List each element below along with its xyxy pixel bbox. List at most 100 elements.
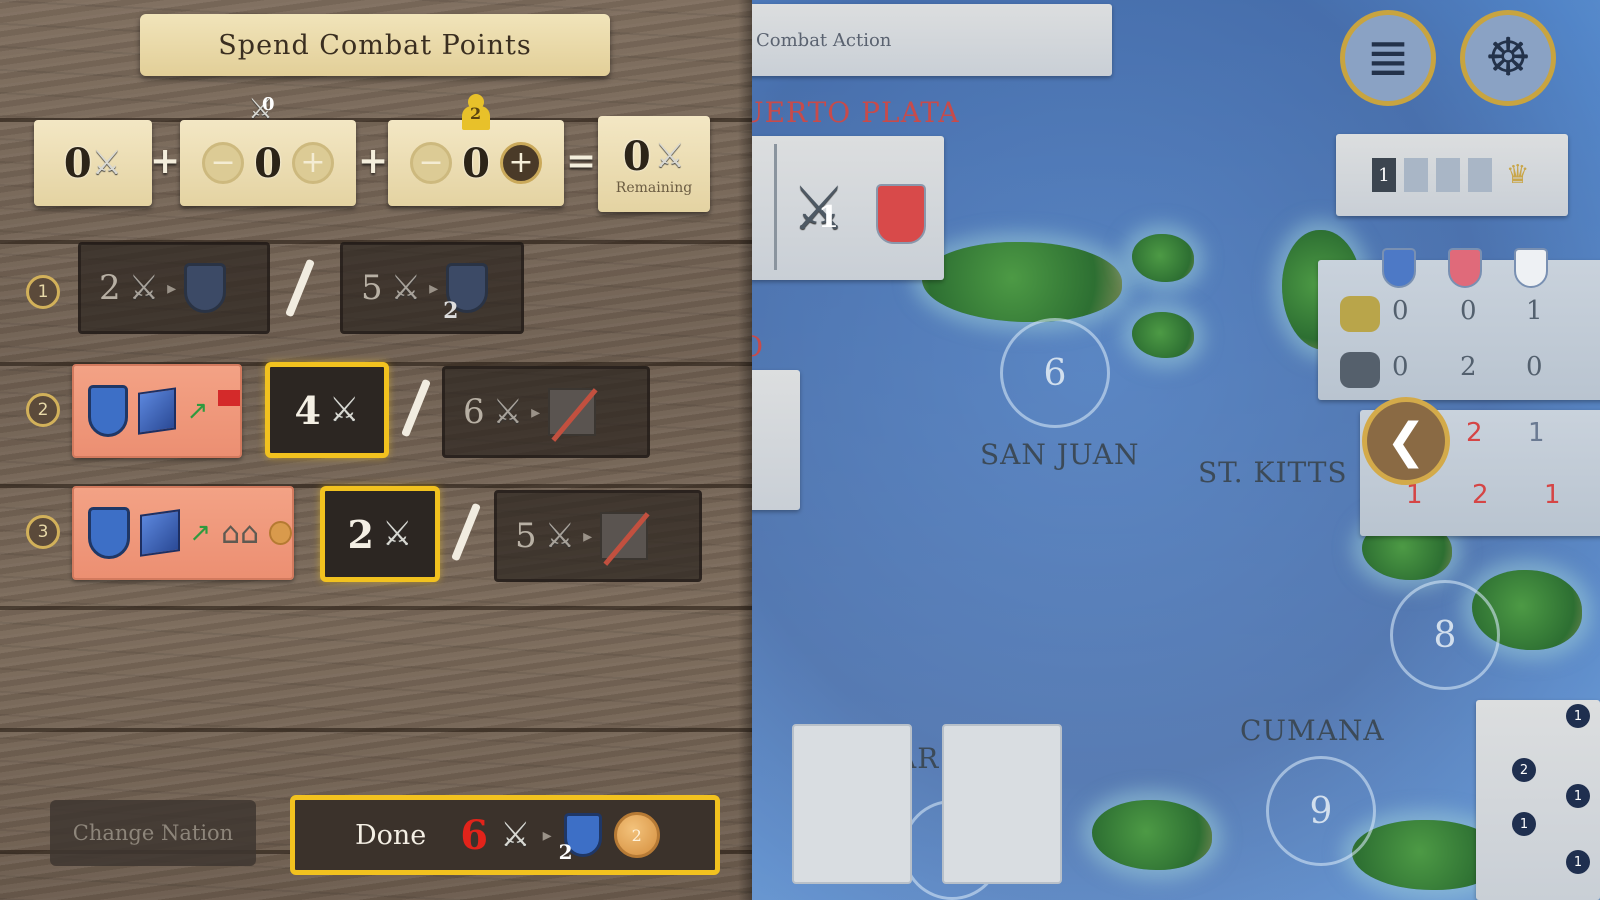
slash-divider (451, 502, 481, 562)
option-3-alt[interactable]: 5 ⚔ ▸ (494, 490, 702, 582)
table-cell: 0 (1392, 296, 1409, 326)
done-button[interactable]: Done 6 ⚔ ▸ 2 2 (290, 795, 720, 875)
cube-icon (139, 509, 180, 557)
combat-card-value: 1 (818, 200, 839, 235)
plus-operator: + (150, 140, 181, 182)
crossed-out-cube-icon (548, 388, 597, 436)
slash-divider (285, 258, 315, 318)
caribbean-map[interactable]: 6 8 9 1 UERTO PLATA O SAN JUAN ST. KITTS… (752, 0, 1600, 900)
crossed-swords-icon: ⚔ (128, 268, 160, 308)
option-1-left[interactable]: 2 ⚔ ▸ (78, 242, 270, 334)
shield-icon (184, 263, 227, 313)
label-st-kitts: ST. KITTS (1198, 456, 1348, 489)
table-cell: 0 (1392, 352, 1409, 382)
done-sub: 2 (558, 840, 573, 864)
island-small[interactable] (1092, 800, 1212, 870)
move-arrow-icon: ↗ (189, 518, 212, 548)
table-cell: 1 (1526, 296, 1543, 326)
sea-zone-9[interactable]: 9 (1266, 756, 1376, 866)
sea-zone-8[interactable]: 8 (1390, 580, 1500, 690)
option-1-left-cost: 2 (99, 268, 121, 308)
crossed-swords-icon: ⚔ (500, 815, 531, 855)
arrow-right-icon: ▸ (542, 824, 552, 846)
nation-shield-icon (876, 184, 926, 244)
crossed-swords-icon: ⚔ (390, 268, 422, 308)
arrow-right-icon: ▸ (531, 401, 541, 423)
side-scroll (752, 370, 800, 510)
change-nation-button[interactable]: Change Nation (50, 800, 256, 866)
arrow-right-icon: ▸ (167, 277, 177, 299)
option-1-right[interactable]: 5 ⚔ ▸ 2 (340, 242, 524, 334)
option-2-cost-button[interactable]: 4 ⚔ (265, 362, 389, 458)
scroll-button[interactable]: ≣ (1340, 10, 1436, 106)
coin-icon (269, 521, 292, 545)
remaining-caption: Remaining (615, 179, 693, 196)
blue-shield-icon (1382, 248, 1416, 288)
island-small[interactable] (1132, 312, 1194, 358)
character-card[interactable] (942, 724, 1062, 884)
helm-button[interactable]: ☸ (1460, 10, 1556, 106)
swords-adjust-value: 0 (254, 139, 282, 187)
option-2-alt[interactable]: 6 ⚔ ▸ (442, 366, 650, 458)
minus-button[interactable]: − (410, 142, 453, 184)
progress-current: 1 (1372, 158, 1396, 192)
combat-action-label: Combat Action (756, 29, 892, 51)
village-icon: ⌂⌂ (221, 515, 260, 551)
resource-table: 0 0 1 0 2 0 (1318, 248, 1600, 400)
panel-title-banner: Spend Combat Points (140, 14, 610, 76)
island-small[interactable] (1132, 234, 1194, 282)
arrow-right-icon: ▸ (429, 277, 439, 299)
side-column: 1 2 1 1 1 (1476, 700, 1600, 900)
base-points-box: 0 ⚔ (34, 120, 152, 206)
crossed-swords-icon: ⚔ (91, 143, 123, 183)
option-3-cost: 2 (347, 511, 374, 557)
swords-cap-marker: ⚔ 0 (248, 92, 275, 125)
label-o: O (752, 330, 764, 363)
collapse-back-button[interactable]: ❮ (1362, 397, 1450, 485)
token-value: 2 (1472, 480, 1489, 510)
island-hispaniola[interactable] (922, 242, 1122, 322)
plus-operator: + (358, 140, 389, 182)
plus-button[interactable]: + (291, 142, 334, 184)
building-card[interactable] (792, 724, 912, 884)
swords-adjust-box: − 0 + (180, 120, 356, 206)
ship-wheel-icon: ☸ (1484, 28, 1532, 88)
white-shield-icon (1514, 248, 1548, 288)
leader-cap-value: 2 (470, 104, 482, 123)
minus-button[interactable]: − (202, 142, 245, 184)
token-value: 1 (1528, 418, 1545, 448)
leader-cap-marker: 2 (462, 94, 490, 132)
table-cell: 2 (1460, 352, 1477, 382)
option-3-cost-button[interactable]: 2 ⚔ (320, 486, 440, 582)
crossed-out-cube-icon (600, 512, 649, 560)
combat-action-tab[interactable]: Combat Action (752, 4, 1112, 76)
spend-combat-panel: Spend Combat Points 0 ⚔ + − 0 + ⚔ 0 + − … (0, 0, 752, 900)
swords-cap-value: 0 (262, 94, 275, 115)
leader-adjust-value: 0 (462, 139, 490, 187)
crossed-swords-icon: ⚔ (654, 136, 686, 176)
shield-icon: 2 (559, 813, 602, 864)
token-value: 1 (1544, 480, 1561, 510)
cube-icon (138, 387, 177, 435)
side-badge: 1 (1566, 704, 1590, 728)
progress-track: 1 ♛ (1336, 134, 1568, 216)
shield-icon: 2 (443, 263, 489, 324)
plus-button[interactable]: + (499, 142, 542, 184)
option-3-alt-cost: 5 (515, 516, 537, 556)
token-value: 2 (1466, 418, 1483, 448)
option-2-cost: 4 (294, 387, 321, 433)
side-badge: 2 (1512, 758, 1536, 782)
red-shield-icon (1448, 248, 1482, 288)
arrow-right-icon: ▸ (583, 525, 593, 547)
progress-slot (1436, 158, 1460, 192)
sea-zone-6[interactable]: 6 (1000, 318, 1110, 428)
slash-divider (401, 378, 431, 438)
side-badge: 1 (1566, 850, 1590, 874)
flag-icon (218, 390, 241, 406)
crossed-swords-icon: ⚔ (381, 514, 413, 554)
shield-icon (88, 385, 129, 437)
side-badge: 1 (1512, 812, 1536, 836)
side-badge: 1 (1566, 784, 1590, 808)
row-badge-3: 3 (26, 515, 60, 549)
row-badge-2: 2 (26, 393, 60, 427)
